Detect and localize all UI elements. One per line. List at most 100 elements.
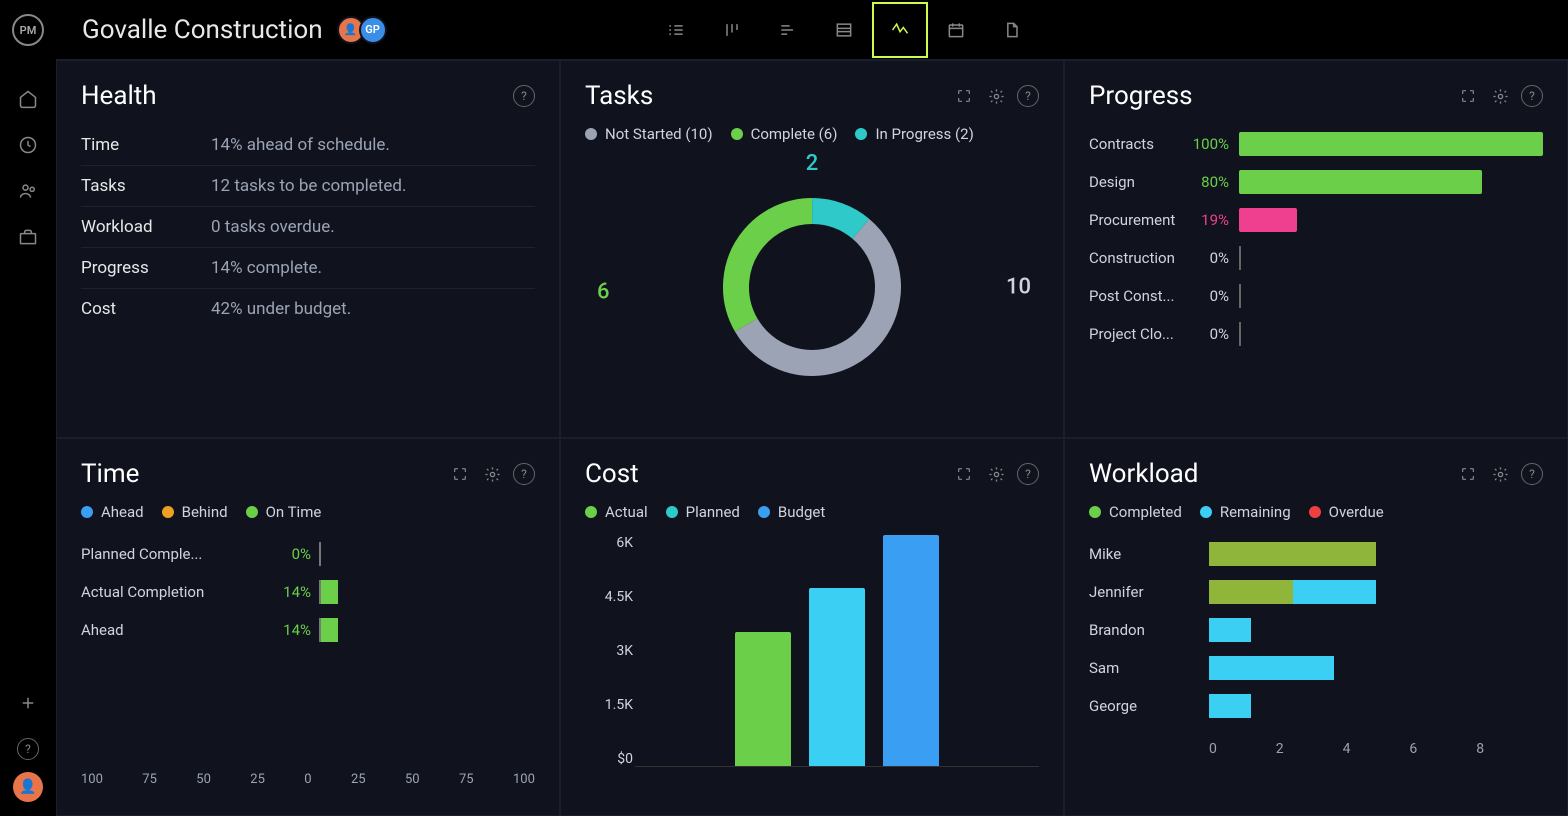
add-icon[interactable] bbox=[8, 680, 48, 726]
workload-bar bbox=[1209, 542, 1543, 566]
workload-name: Sam bbox=[1089, 659, 1209, 677]
gear-icon[interactable] bbox=[1489, 85, 1511, 107]
panel-tasks: Tasks ? Not Started (10)Complete (6)In P… bbox=[560, 60, 1064, 438]
axis-tick: 1.5K bbox=[585, 697, 633, 713]
expand-icon[interactable] bbox=[953, 463, 975, 485]
help-icon[interactable]: ? bbox=[1521, 463, 1543, 485]
time-percent: 14% bbox=[261, 583, 311, 601]
view-calendar-icon[interactable] bbox=[928, 2, 984, 58]
progress-bar bbox=[1239, 284, 1543, 308]
legend-dot bbox=[1200, 506, 1212, 518]
view-dashboard-icon[interactable] bbox=[872, 2, 928, 58]
help-icon[interactable]: ? bbox=[513, 463, 535, 485]
progress-percent: 0% bbox=[1181, 287, 1229, 305]
time-name: Ahead bbox=[81, 621, 261, 639]
legend-label: Behind bbox=[182, 503, 228, 521]
expand-icon[interactable] bbox=[953, 85, 975, 107]
progress-percent: 0% bbox=[1181, 325, 1229, 343]
progress-name: Construction bbox=[1089, 249, 1181, 267]
help-icon[interactable]: ? bbox=[1017, 463, 1039, 485]
axis-tick: 3K bbox=[585, 643, 633, 659]
legend-dot bbox=[1309, 506, 1321, 518]
health-value: 0 tasks overdue. bbox=[211, 217, 335, 237]
axis-tick: 50 bbox=[196, 772, 211, 787]
legend-label: Budget bbox=[778, 503, 825, 521]
app-logo[interactable]: PM bbox=[12, 14, 44, 46]
workload-row: Brandon bbox=[1089, 611, 1543, 649]
legend-dot bbox=[731, 128, 743, 140]
panel-title: Health bbox=[81, 81, 513, 111]
progress-row: Post Const... 0% bbox=[1089, 277, 1543, 315]
legend-item[interactable]: Complete (6) bbox=[731, 125, 838, 143]
panel-title: Progress bbox=[1089, 81, 1457, 111]
workload-name: George bbox=[1089, 697, 1209, 715]
donut-label-notstarted: 10 bbox=[1006, 275, 1031, 300]
legend-item[interactable]: Planned bbox=[666, 503, 740, 521]
cost-bar-actual bbox=[735, 632, 791, 766]
help-icon[interactable]: ? bbox=[1521, 85, 1543, 107]
workload-name: Brandon bbox=[1089, 621, 1209, 639]
avatar[interactable]: GP bbox=[359, 16, 387, 44]
gear-icon[interactable] bbox=[1489, 463, 1511, 485]
expand-icon[interactable] bbox=[1457, 463, 1479, 485]
legend-item[interactable]: Overdue bbox=[1309, 503, 1384, 521]
progress-row: Project Clo... 0% bbox=[1089, 315, 1543, 353]
gear-icon[interactable] bbox=[985, 463, 1007, 485]
project-members[interactable]: 👤 GP bbox=[343, 16, 387, 44]
health-label: Tasks bbox=[81, 176, 211, 196]
progress-percent: 80% bbox=[1181, 173, 1229, 191]
legend-item[interactable]: Completed bbox=[1089, 503, 1182, 521]
view-table-icon[interactable] bbox=[816, 2, 872, 58]
expand-icon[interactable] bbox=[1457, 85, 1479, 107]
legend-item[interactable]: Ahead bbox=[81, 503, 144, 521]
briefcase-icon[interactable] bbox=[8, 214, 48, 260]
axis-tick: 50 bbox=[405, 772, 420, 787]
gear-icon[interactable] bbox=[481, 463, 503, 485]
axis-tick: 25 bbox=[351, 772, 366, 787]
legend-item[interactable]: On Time bbox=[246, 503, 322, 521]
panel-time: Time ? AheadBehindOn Time Planned Comple… bbox=[56, 438, 560, 816]
workload-bar bbox=[1209, 656, 1543, 680]
help-icon[interactable]: ? bbox=[1017, 85, 1039, 107]
legend-dot bbox=[81, 506, 93, 518]
axis-tick: 25 bbox=[250, 772, 265, 787]
legend-item[interactable]: Actual bbox=[585, 503, 648, 521]
legend-dot bbox=[666, 506, 678, 518]
user-avatar[interactable]: 👤 bbox=[13, 772, 43, 802]
progress-bar bbox=[1239, 208, 1543, 232]
health-label: Time bbox=[81, 135, 211, 155]
donut-label-complete: 6 bbox=[597, 280, 610, 305]
time-row: Actual Completion 14% bbox=[81, 573, 535, 611]
legend-dot bbox=[162, 506, 174, 518]
progress-percent: 100% bbox=[1181, 135, 1229, 153]
home-icon[interactable] bbox=[8, 76, 48, 122]
legend-item[interactable]: Behind bbox=[162, 503, 228, 521]
expand-icon[interactable] bbox=[449, 463, 471, 485]
time-bar bbox=[319, 618, 459, 642]
axis-tick: 100 bbox=[513, 772, 535, 787]
workload-name: Jennifer bbox=[1089, 583, 1209, 601]
panel-health: Health ? Time14% ahead of schedule.Tasks… bbox=[56, 60, 560, 438]
legend-item[interactable]: In Progress (2) bbox=[855, 125, 973, 143]
legend-item[interactable]: Not Started (10) bbox=[585, 125, 713, 143]
donut-label-inprogress: 2 bbox=[806, 151, 819, 176]
view-list-icon[interactable] bbox=[648, 2, 704, 58]
progress-name: Design bbox=[1089, 173, 1181, 191]
legend-item[interactable]: Budget bbox=[758, 503, 825, 521]
axis-tick: 4 bbox=[1343, 741, 1410, 757]
progress-row: Procurement 19% bbox=[1089, 201, 1543, 239]
legend-item[interactable]: Remaining bbox=[1200, 503, 1291, 521]
team-icon[interactable] bbox=[8, 168, 48, 214]
help-icon[interactable]: ? bbox=[8, 726, 48, 772]
view-board-icon[interactable] bbox=[704, 2, 760, 58]
axis-tick: 100 bbox=[81, 772, 103, 787]
gear-icon[interactable] bbox=[985, 85, 1007, 107]
panel-progress: Progress ? Contracts 100% Design 80% Pro… bbox=[1064, 60, 1568, 438]
view-gantt-icon[interactable] bbox=[760, 2, 816, 58]
clock-icon[interactable] bbox=[8, 122, 48, 168]
time-bar bbox=[319, 580, 459, 604]
legend-label: Complete (6) bbox=[751, 125, 838, 143]
axis-tick: 0 bbox=[1209, 741, 1276, 757]
view-file-icon[interactable] bbox=[984, 2, 1040, 58]
help-icon[interactable]: ? bbox=[513, 85, 535, 107]
